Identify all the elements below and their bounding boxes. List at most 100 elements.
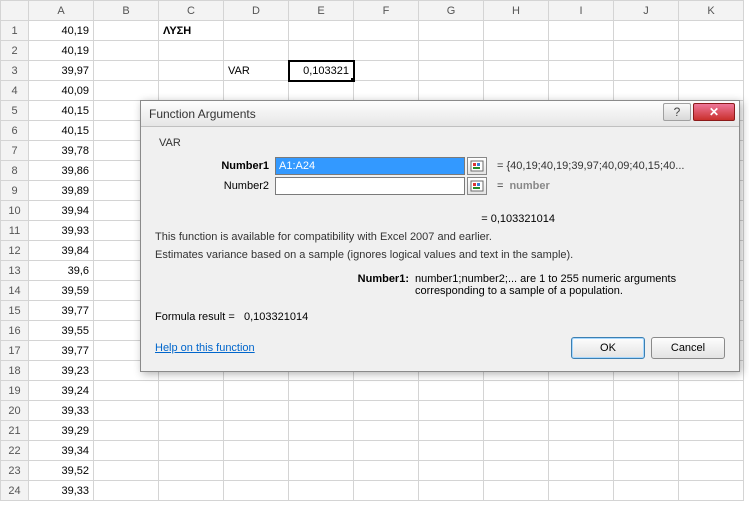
row-header-15[interactable]: 15: [1, 301, 29, 321]
cell-A24[interactable]: 39,33: [29, 481, 94, 501]
cell-D23[interactable]: [224, 461, 289, 481]
cell-C22[interactable]: [159, 441, 224, 461]
row-header-5[interactable]: 5: [1, 101, 29, 121]
cell-C3[interactable]: [159, 61, 224, 81]
close-button[interactable]: ✕: [693, 103, 735, 121]
row-header-24[interactable]: 24: [1, 481, 29, 501]
cell-J3[interactable]: [614, 61, 679, 81]
row-header-9[interactable]: 9: [1, 181, 29, 201]
arg2-input[interactable]: [275, 177, 465, 195]
cell-G1[interactable]: [419, 21, 484, 41]
cell-E3[interactable]: 0,103321: [289, 61, 354, 81]
cell-E24[interactable]: [289, 481, 354, 501]
cell-A8[interactable]: 39,86: [29, 161, 94, 181]
cell-J22[interactable]: [614, 441, 679, 461]
cell-H1[interactable]: [484, 21, 549, 41]
cell-H23[interactable]: [484, 461, 549, 481]
cell-I3[interactable]: [549, 61, 614, 81]
cell-A19[interactable]: 39,24: [29, 381, 94, 401]
cell-K24[interactable]: [679, 481, 744, 501]
col-header-I[interactable]: I: [549, 1, 614, 21]
row-header-19[interactable]: 19: [1, 381, 29, 401]
col-header-G[interactable]: G: [419, 1, 484, 21]
cell-A1[interactable]: 40,19: [29, 21, 94, 41]
col-header-D[interactable]: D: [224, 1, 289, 21]
arg2-collapse-button[interactable]: [467, 177, 487, 195]
cell-K3[interactable]: [679, 61, 744, 81]
cell-J1[interactable]: [614, 21, 679, 41]
cell-G3[interactable]: [419, 61, 484, 81]
cell-K20[interactable]: [679, 401, 744, 421]
cell-B3[interactable]: [94, 61, 159, 81]
select-all[interactable]: [1, 1, 29, 21]
cell-G22[interactable]: [419, 441, 484, 461]
cell-I20[interactable]: [549, 401, 614, 421]
row-header-2[interactable]: 2: [1, 41, 29, 61]
arg1-input[interactable]: [275, 157, 465, 175]
cell-C20[interactable]: [159, 401, 224, 421]
cell-E20[interactable]: [289, 401, 354, 421]
cell-J2[interactable]: [614, 41, 679, 61]
row-header-12[interactable]: 12: [1, 241, 29, 261]
dialog-titlebar[interactable]: Function Arguments ? ✕: [141, 101, 739, 127]
cell-G24[interactable]: [419, 481, 484, 501]
arg1-collapse-button[interactable]: [467, 157, 487, 175]
cell-A3[interactable]: 39,97: [29, 61, 94, 81]
row-header-3[interactable]: 3: [1, 61, 29, 81]
cell-D4[interactable]: [224, 81, 289, 101]
cell-D24[interactable]: [224, 481, 289, 501]
help-link[interactable]: Help on this function: [155, 342, 565, 354]
cell-K22[interactable]: [679, 441, 744, 461]
row-header-17[interactable]: 17: [1, 341, 29, 361]
cell-I1[interactable]: [549, 21, 614, 41]
cell-H24[interactable]: [484, 481, 549, 501]
cell-E23[interactable]: [289, 461, 354, 481]
col-header-E[interactable]: E: [289, 1, 354, 21]
row-header-18[interactable]: 18: [1, 361, 29, 381]
cell-H19[interactable]: [484, 381, 549, 401]
cell-I23[interactable]: [549, 461, 614, 481]
cell-J19[interactable]: [614, 381, 679, 401]
cell-F20[interactable]: [354, 401, 419, 421]
cell-K21[interactable]: [679, 421, 744, 441]
cell-A2[interactable]: 40,19: [29, 41, 94, 61]
col-header-K[interactable]: K: [679, 1, 744, 21]
cell-A7[interactable]: 39,78: [29, 141, 94, 161]
cell-H20[interactable]: [484, 401, 549, 421]
cell-B23[interactable]: [94, 461, 159, 481]
cell-A22[interactable]: 39,34: [29, 441, 94, 461]
cell-B1[interactable]: [94, 21, 159, 41]
cell-H2[interactable]: [484, 41, 549, 61]
cell-J4[interactable]: [614, 81, 679, 101]
cell-K4[interactable]: [679, 81, 744, 101]
cell-E21[interactable]: [289, 421, 354, 441]
col-header-F[interactable]: F: [354, 1, 419, 21]
cell-I19[interactable]: [549, 381, 614, 401]
cell-F22[interactable]: [354, 441, 419, 461]
cell-A21[interactable]: 39,29: [29, 421, 94, 441]
cell-A4[interactable]: 40,09: [29, 81, 94, 101]
col-header-H[interactable]: H: [484, 1, 549, 21]
cell-E1[interactable]: [289, 21, 354, 41]
cell-F23[interactable]: [354, 461, 419, 481]
row-header-11[interactable]: 11: [1, 221, 29, 241]
cell-D3[interactable]: VAR: [224, 61, 289, 81]
cell-I21[interactable]: [549, 421, 614, 441]
row-header-20[interactable]: 20: [1, 401, 29, 421]
cell-F24[interactable]: [354, 481, 419, 501]
row-header-7[interactable]: 7: [1, 141, 29, 161]
cell-C21[interactable]: [159, 421, 224, 441]
cell-J23[interactable]: [614, 461, 679, 481]
row-header-6[interactable]: 6: [1, 121, 29, 141]
cell-C4[interactable]: [159, 81, 224, 101]
cell-E22[interactable]: [289, 441, 354, 461]
row-header-13[interactable]: 13: [1, 261, 29, 281]
cell-F4[interactable]: [354, 81, 419, 101]
ok-button[interactable]: OK: [571, 337, 645, 359]
row-header-1[interactable]: 1: [1, 21, 29, 41]
cell-K19[interactable]: [679, 381, 744, 401]
cell-C2[interactable]: [159, 41, 224, 61]
cell-E19[interactable]: [289, 381, 354, 401]
cell-G23[interactable]: [419, 461, 484, 481]
cell-A13[interactable]: 39,6: [29, 261, 94, 281]
